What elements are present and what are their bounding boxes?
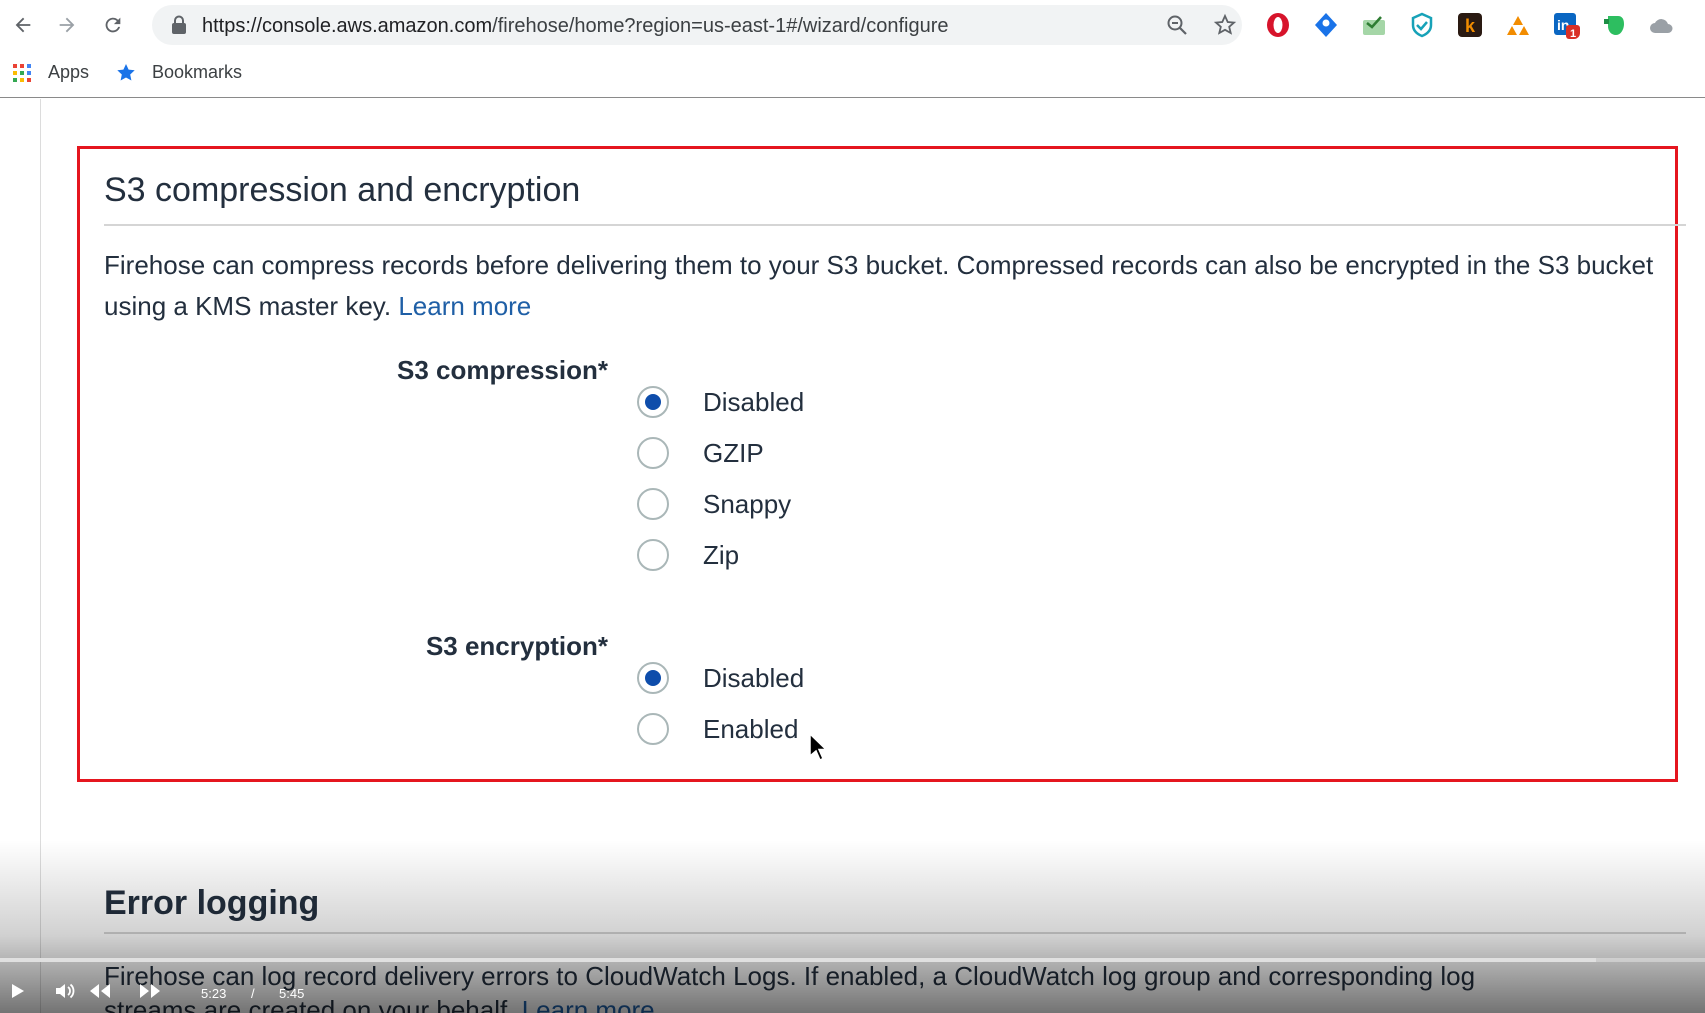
highlight-box [77, 146, 1678, 782]
evernote-extension-icon[interactable] [1600, 11, 1628, 39]
play-button[interactable] [8, 982, 26, 1000]
zoom-icon[interactable] [1165, 13, 1189, 37]
compression-option-snappy[interactable]: Snappy [637, 484, 791, 524]
option-label: GZIP [703, 437, 764, 468]
forward-button[interactable] [50, 8, 84, 42]
error-logging-text-line2: streams are created on your behalf. [104, 995, 515, 1013]
radio-button-checked[interactable] [637, 662, 669, 694]
mute-button[interactable] [54, 982, 76, 1000]
rewind-icon [90, 984, 110, 998]
error-logging-text: Firehose can log record delivery errors … [104, 961, 1476, 991]
fast-forward-icon [140, 984, 160, 998]
triangles-extension-icon[interactable] [1504, 11, 1532, 39]
forward-arrow-icon [59, 17, 75, 33]
shield-extension-icon[interactable] [1408, 11, 1436, 39]
mouse-cursor-icon [809, 733, 827, 761]
radio-button-checked[interactable] [637, 386, 669, 418]
video-progress-fill [0, 958, 1596, 962]
play-icon [12, 984, 24, 998]
fast-forward-button[interactable] [138, 982, 162, 1000]
section-title: S3 compression and encryption [104, 171, 581, 209]
option-label: Disabled [703, 386, 805, 417]
bookmark-apps[interactable]: Apps [12, 62, 89, 83]
radio-button[interactable] [637, 539, 669, 571]
bookmark-star-icon[interactable] [1213, 13, 1237, 37]
time-separator: / [251, 986, 255, 1001]
volume-icon [56, 983, 75, 999]
error-logging-learn-more-link[interactable]: Learn more [522, 995, 655, 1013]
location-pin-extension-icon[interactable] [1312, 11, 1340, 39]
video-progress-bar[interactable] [0, 958, 1705, 962]
back-button[interactable] [6, 8, 40, 42]
reload-icon [105, 17, 121, 33]
reload-button[interactable] [96, 8, 130, 42]
radio-button[interactable] [637, 437, 669, 469]
option-label: Zip [703, 539, 740, 570]
url-path: /firehose/home?region=us-east-1#/wizard/… [492, 15, 949, 37]
bookmark-apps-label: Apps [48, 62, 90, 82]
apps-grid-icon [13, 63, 31, 82]
back-arrow-icon [15, 17, 31, 33]
option-label: Enabled [703, 713, 799, 744]
option-label: Disabled [703, 662, 805, 693]
duration-time: 5:45 [279, 986, 305, 1001]
s3-compression-label: S3 compression* [397, 355, 608, 385]
k-extension-icon[interactable]: k [1456, 11, 1484, 39]
lock-icon [172, 15, 186, 34]
bookmark-bookmarks[interactable]: Bookmarks [116, 62, 242, 83]
compression-option-gzip[interactable]: GZIP [637, 433, 764, 473]
encryption-option-enabled[interactable]: Enabled [637, 709, 798, 749]
page-content: S3 compression and encryption Firehose c… [0, 99, 1705, 1013]
mail-check-extension-icon[interactable] [1360, 11, 1388, 39]
cloud-extension-icon[interactable] [1648, 11, 1676, 39]
radio-button[interactable] [637, 488, 669, 520]
encryption-option-disabled[interactable]: Disabled [637, 658, 804, 698]
svg-text:k: k [1465, 16, 1476, 36]
address-bar[interactable]: https://console.aws.amazon.com/firehose/… [152, 5, 1242, 45]
option-label: Snappy [703, 488, 792, 519]
star-icon [117, 63, 135, 80]
description-text: Firehose can compress records before del… [104, 250, 1654, 321]
section-divider [104, 224, 1686, 226]
error-logging-description: Firehose can log record delivery errors … [104, 959, 1704, 1013]
error-logging-divider [104, 932, 1686, 934]
sidebar-divider [40, 99, 41, 1013]
section-description: Firehose can compress records before del… [104, 245, 1664, 327]
compression-option-disabled[interactable]: Disabled [637, 382, 804, 422]
error-logging-title: Error logging [104, 884, 320, 922]
svg-text:1: 1 [1570, 28, 1576, 39]
rewind-button[interactable] [88, 982, 112, 1000]
url-text[interactable]: https://console.aws.amazon.com/firehose/… [202, 15, 949, 38]
s3-encryption-label: S3 encryption* [425, 631, 608, 661]
current-time: 5:23 [201, 986, 227, 1001]
bookmarks-bar: Apps Bookmarks [0, 50, 1705, 98]
browser-toolbar: https://console.aws.amazon.com/firehose/… [0, 0, 1705, 50]
radio-button[interactable] [637, 713, 669, 745]
url-host: https://console.aws.amazon.com [202, 15, 493, 37]
bookmark-bookmarks-label: Bookmarks [152, 62, 243, 82]
learn-more-link[interactable]: Learn more [398, 291, 531, 321]
opera-extension-icon[interactable] [1264, 11, 1292, 39]
linkedin-extension-icon[interactable]: in1 [1552, 11, 1580, 39]
compression-option-zip[interactable]: Zip [637, 535, 739, 575]
